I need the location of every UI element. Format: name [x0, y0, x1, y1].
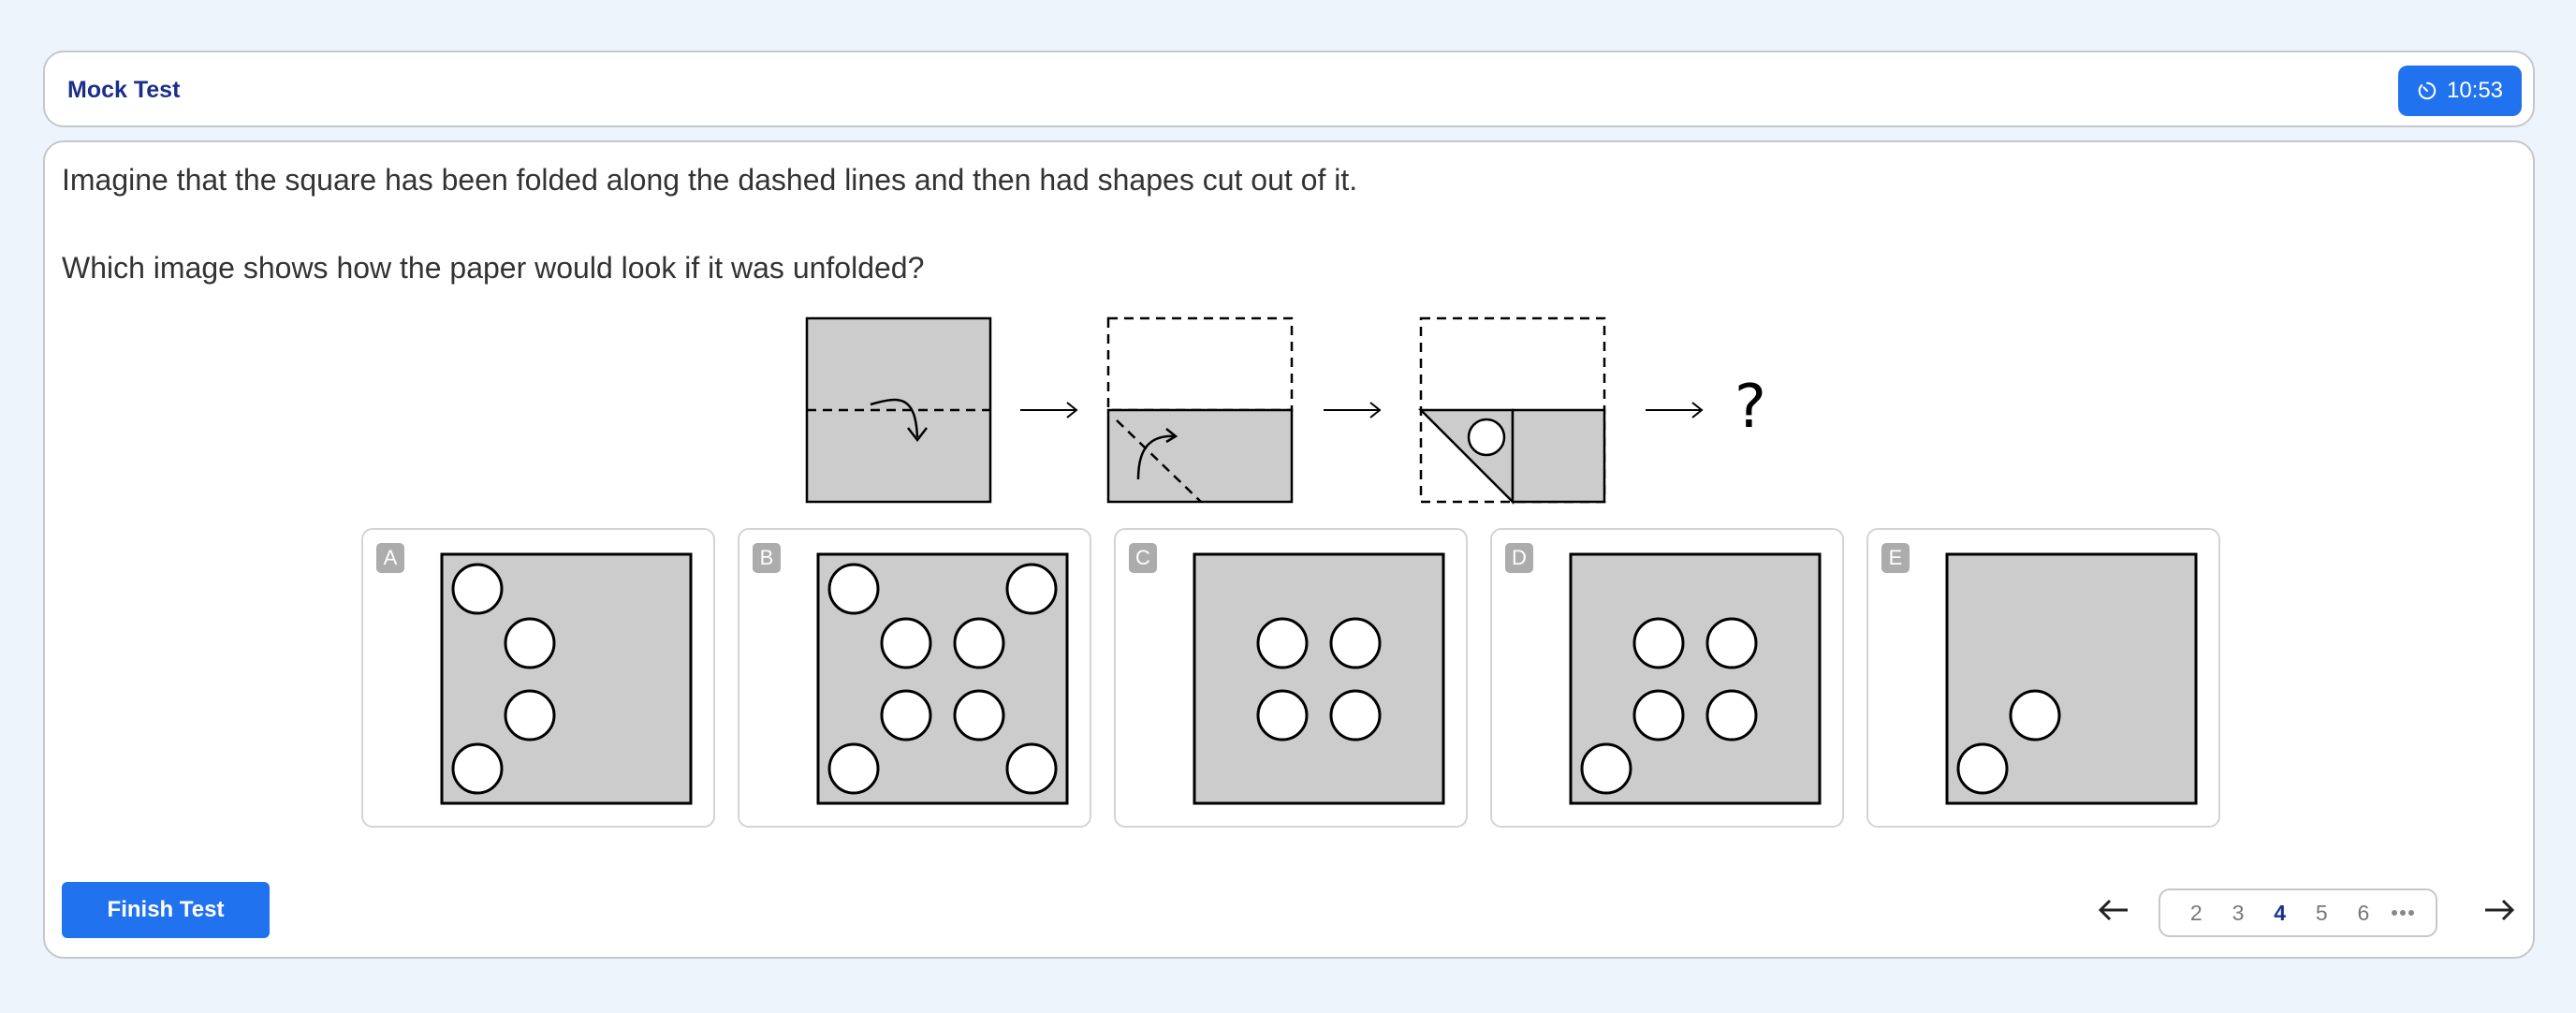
arrow-right-icon [1646, 402, 1704, 418]
ellipsis-icon[interactable] [2391, 910, 2414, 916]
pagination: 2 3 4 5 6 [2159, 888, 2437, 937]
hole [1467, 418, 1506, 457]
fold-step-3 [1417, 316, 1606, 506]
header-bar: Mock Test 10:53 [43, 51, 2535, 127]
option-d-image [1569, 552, 1822, 805]
timer-value: 10:53 [2446, 78, 2504, 103]
arrow-right-icon [1020, 402, 1078, 418]
option-d[interactable]: D [1490, 528, 1844, 828]
option-a-image [440, 552, 693, 805]
page-2[interactable]: 2 [2182, 901, 2210, 926]
page-5[interactable]: 5 [2307, 901, 2335, 926]
option-a[interactable]: A [361, 528, 715, 828]
option-b-image [816, 552, 1069, 805]
option-c[interactable]: C [1114, 528, 1468, 828]
arrow-right-icon [1324, 402, 1382, 418]
question-panel: Imagine that the square has been folded … [43, 140, 2535, 959]
option-e-image [1945, 552, 2198, 805]
fold-step-2 [1106, 316, 1294, 504]
page-4-current[interactable]: 4 [2266, 901, 2294, 926]
finish-test-button[interactable]: Finish Test [62, 882, 270, 938]
option-b[interactable]: B [738, 528, 1091, 828]
option-e[interactable]: E [1866, 528, 2220, 828]
stopwatch-icon [2418, 81, 2437, 100]
page-3[interactable]: 3 [2224, 901, 2252, 926]
timer-badge: 10:53 [2398, 66, 2522, 116]
question-mark: ? [1734, 373, 1766, 442]
option-c-image [1193, 552, 1445, 805]
page-title: Mock Test [67, 77, 181, 103]
page-6[interactable]: 6 [2349, 901, 2378, 926]
fold-diagram: ? [805, 316, 1766, 506]
arrow-right-icon [2485, 899, 2515, 921]
next-button[interactable] [2479, 888, 2520, 932]
arrow-left-icon [2098, 899, 2128, 921]
previous-button[interactable] [2093, 888, 2134, 932]
fold-step-1 [805, 316, 992, 504]
